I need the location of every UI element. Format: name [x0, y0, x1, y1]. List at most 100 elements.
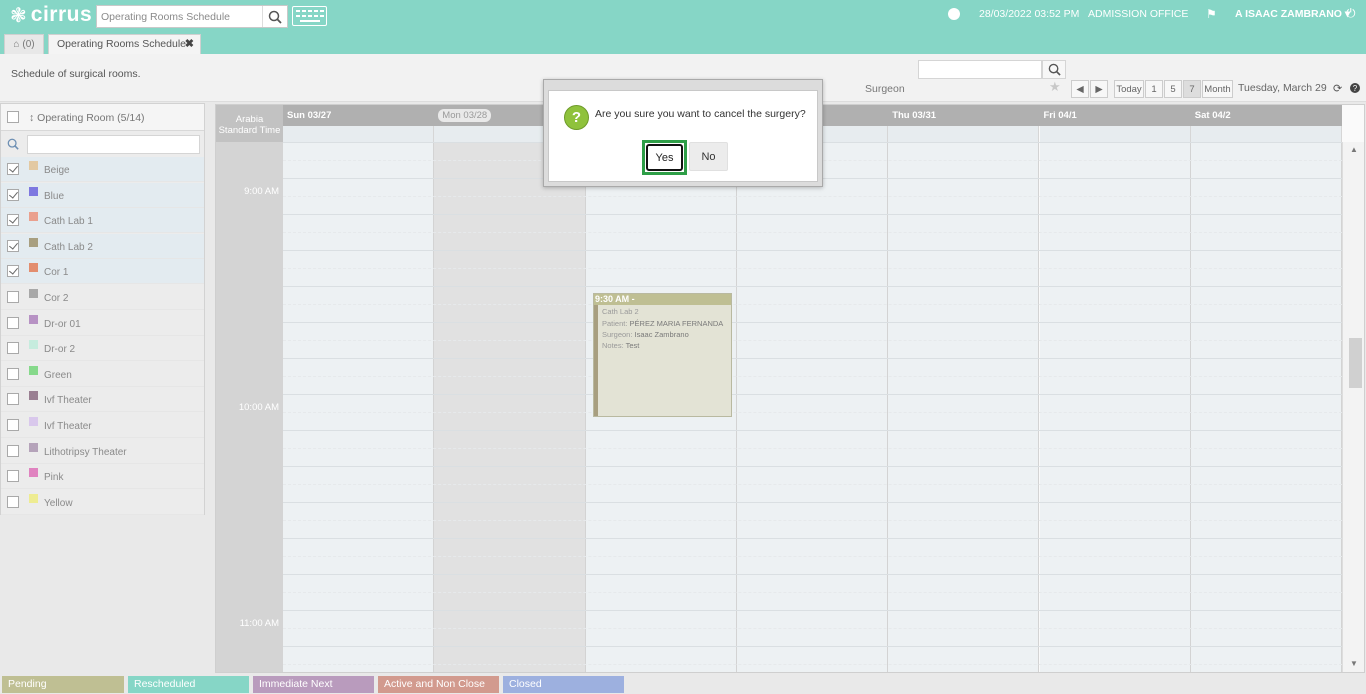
- favorite-star-icon[interactable]: ★: [1049, 79, 1061, 95]
- office-label[interactable]: ADMISSION OFFICE: [1088, 8, 1188, 20]
- time-label: 10:00 AM: [238, 402, 279, 413]
- room-checkbox[interactable]: [7, 444, 19, 457]
- room-color-swatch: [29, 417, 38, 426]
- grid-line: [283, 394, 1342, 395]
- room-name: Blue: [44, 190, 65, 202]
- no-button[interactable]: No: [689, 142, 728, 171]
- refresh-icon[interactable]: ⟳: [1333, 82, 1342, 95]
- logo-icon: ❃: [10, 4, 27, 27]
- room-item[interactable]: Green: [1, 362, 204, 387]
- global-search[interactable]: Operating Rooms Schedule: [96, 5, 288, 28]
- grid-line: [283, 196, 1342, 197]
- all-day-slot[interactable]: [1190, 126, 1343, 142]
- global-search-input[interactable]: Operating Rooms Schedule: [101, 11, 230, 23]
- room-panel-title[interactable]: ↕ Operating Room (5/14): [29, 112, 145, 124]
- room-color-swatch: [29, 493, 38, 503]
- confirm-message: Are you sure you want to cancel the surg…: [595, 108, 806, 120]
- scroll-thumb[interactable]: [1349, 338, 1362, 388]
- scroll-down-icon[interactable]: ▼: [1350, 659, 1358, 668]
- room-checkbox[interactable]: [7, 367, 19, 380]
- yes-button[interactable]: Yes: [646, 144, 683, 171]
- room-color-swatch: [29, 442, 38, 452]
- room-item[interactable]: Cor 1: [1, 259, 204, 285]
- room-item[interactable]: Cor 2: [1, 285, 204, 310]
- user-menu[interactable]: A ISAAC ZAMBRANO ▾: [1235, 8, 1350, 20]
- room-name: Beige: [44, 165, 70, 176]
- grid-line: [283, 466, 1342, 467]
- room-filter-input[interactable]: [27, 135, 200, 154]
- keyboard-icon[interactable]: [292, 6, 327, 26]
- room-item[interactable]: Cath Lab 2: [1, 233, 204, 259]
- tab-operating-rooms[interactable]: Operating Rooms Schedule ✖: [48, 34, 201, 54]
- calendar-grid[interactable]: [283, 142, 1343, 672]
- view-1-day-button[interactable]: 1: [1145, 80, 1163, 98]
- room-name: Yellow: [44, 497, 73, 509]
- room-checkbox[interactable]: [7, 214, 19, 227]
- next-button[interactable]: ▶: [1090, 80, 1108, 98]
- room-checkbox[interactable]: [7, 163, 19, 175]
- view-7-day-button[interactable]: 7: [1183, 80, 1201, 98]
- event-surgeon: Surgeon: Isaac Zambrano: [602, 330, 689, 339]
- power-icon[interactable]: ⏻: [1346, 6, 1356, 21]
- day-header[interactable]: Sun 03/27: [283, 105, 434, 126]
- room-checkbox[interactable]: [7, 239, 19, 252]
- room-item[interactable]: Cath Lab 1: [1, 208, 204, 234]
- room-checkbox[interactable]: [7, 291, 19, 303]
- all-day-slot[interactable]: [1039, 126, 1191, 142]
- all-day-slot[interactable]: [888, 126, 1040, 142]
- all-day-slot[interactable]: [283, 126, 435, 142]
- scroll-up-icon[interactable]: ▲: [1350, 145, 1358, 154]
- day-header[interactable]: Fri 04/1: [1040, 105, 1191, 126]
- grid-line: [283, 358, 1342, 359]
- grid-line: [283, 268, 1342, 269]
- day-header[interactable]: Sat 04/2: [1191, 105, 1342, 126]
- surgeon-search-input[interactable]: [918, 60, 1042, 79]
- legend-item: Active and Non Close: [378, 676, 499, 693]
- room-item[interactable]: Pink: [1, 464, 204, 490]
- grid-line: [283, 664, 1342, 665]
- event-room: Cath Lab 2: [602, 307, 639, 316]
- room-checkbox[interactable]: [7, 188, 19, 201]
- tab-home[interactable]: ⌂ (0): [4, 34, 44, 54]
- grid-line: [283, 286, 1342, 287]
- room-item[interactable]: Lithotripsy Theater: [1, 439, 204, 464]
- room-item[interactable]: Blue: [1, 182, 204, 208]
- room-item[interactable]: Ivf Theater: [1, 413, 204, 438]
- app-logo[interactable]: ❃ cirrus: [10, 3, 92, 27]
- globe-icon[interactable]: [948, 8, 960, 20]
- room-item[interactable]: Yellow: [1, 490, 204, 515]
- room-checkbox[interactable]: [7, 470, 19, 483]
- flag-icon[interactable]: ⚑: [1206, 7, 1217, 21]
- grid-line: [283, 250, 1342, 251]
- room-name: Ivf Theater: [44, 421, 92, 432]
- room-color-swatch: [29, 340, 38, 350]
- view-month-button[interactable]: Month: [1202, 80, 1233, 98]
- confirm-dialog-body: ? Are you sure you want to cancel the su…: [548, 90, 818, 182]
- today-button[interactable]: Today: [1114, 80, 1144, 98]
- calendar-scrollbar[interactable]: ▲ ▼: [1342, 142, 1364, 672]
- time-column: 9:00 AM 10:00 AM 11:00 AM: [216, 142, 283, 672]
- room-item[interactable]: Ivf Theater: [1, 387, 204, 413]
- room-checkbox[interactable]: [7, 316, 19, 329]
- legend-item: Immediate Next: [253, 676, 374, 693]
- surgeon-search-button[interactable]: [1042, 60, 1066, 79]
- room-checkbox[interactable]: [7, 342, 19, 355]
- room-checkbox[interactable]: [7, 265, 19, 278]
- room-item[interactable]: Dr-or 2: [1, 336, 204, 362]
- day-header[interactable]: Thu 03/31: [888, 105, 1039, 126]
- search-icon[interactable]: [262, 6, 287, 27]
- room-checkbox[interactable]: [7, 419, 19, 431]
- grid-line: [283, 592, 1342, 593]
- room-checkbox[interactable]: [7, 495, 19, 508]
- room-item[interactable]: Beige: [1, 157, 204, 182]
- room-checkbox[interactable]: [7, 393, 19, 406]
- help-icon[interactable]: ?: [1350, 83, 1360, 93]
- select-all-checkbox[interactable]: [7, 111, 19, 123]
- room-color-swatch: [29, 263, 38, 273]
- prev-button[interactable]: ◀: [1071, 80, 1089, 98]
- close-tab-icon[interactable]: ✖: [185, 35, 194, 54]
- room-item[interactable]: Dr-or 01: [1, 311, 204, 336]
- view-5-day-button[interactable]: 5: [1164, 80, 1182, 98]
- room-name: Cor 1: [44, 267, 69, 279]
- surgery-event[interactable]: 9:30 AM - Cath Lab 2 Patient: PÉREZ MARI…: [593, 293, 732, 417]
